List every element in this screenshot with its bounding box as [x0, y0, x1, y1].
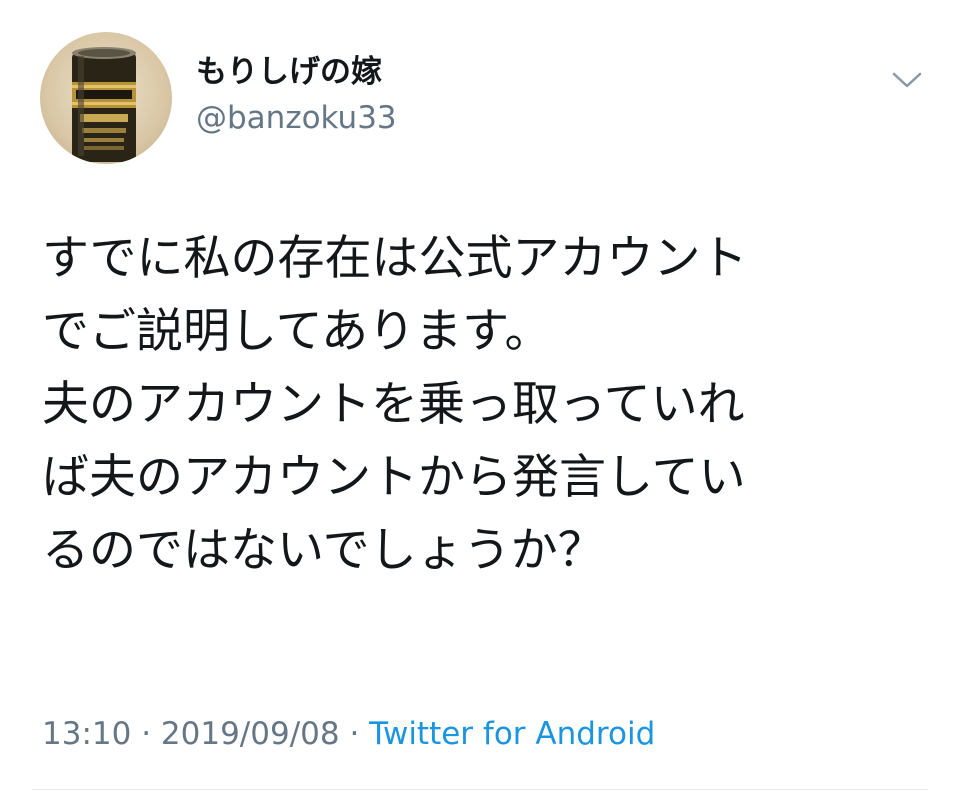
user-handle[interactable]: @banzoku33: [196, 98, 397, 138]
display-name[interactable]: もりしげの嫁: [196, 52, 397, 92]
tweet-time[interactable]: 13:10: [42, 716, 131, 752]
tweet-text-line: ば夫のアカウントから発言してい: [42, 450, 746, 505]
meta-separator: ·: [339, 716, 370, 752]
tweet-text-line: 夫のアカウントを乗っ取っていれ: [42, 377, 745, 432]
chevron-down-icon: [892, 72, 922, 88]
tweet-source-link[interactable]: Twitter for Android: [369, 716, 655, 752]
tweet-meta: 13:10 · 2019/09/08 · Twitter for Android: [42, 714, 655, 754]
tweet-date[interactable]: 2019/09/08: [161, 716, 340, 752]
tweet-menu-button[interactable]: [890, 66, 924, 94]
author-block: もりしげの嫁 @banzoku33: [196, 52, 397, 138]
tweet-text-line: るのではないでしょうか？: [42, 523, 605, 578]
tweet-text: すでに私の存在は公式アカウント でご説明してあります。 夫のアカウントを乗っ取っ…: [42, 222, 942, 587]
tweet-card: もりしげの嫁 @banzoku33 すでに私の存在は公式アカウント でご説明して…: [0, 0, 960, 794]
tweet-text-line: すでに私の存在は公式アカウント: [42, 231, 748, 286]
tweet-text-line: でご説明してあります。: [42, 304, 552, 359]
avatar[interactable]: [40, 32, 172, 164]
beer-can-icon: [72, 47, 136, 162]
divider: [32, 789, 928, 790]
meta-separator: ·: [131, 716, 161, 752]
